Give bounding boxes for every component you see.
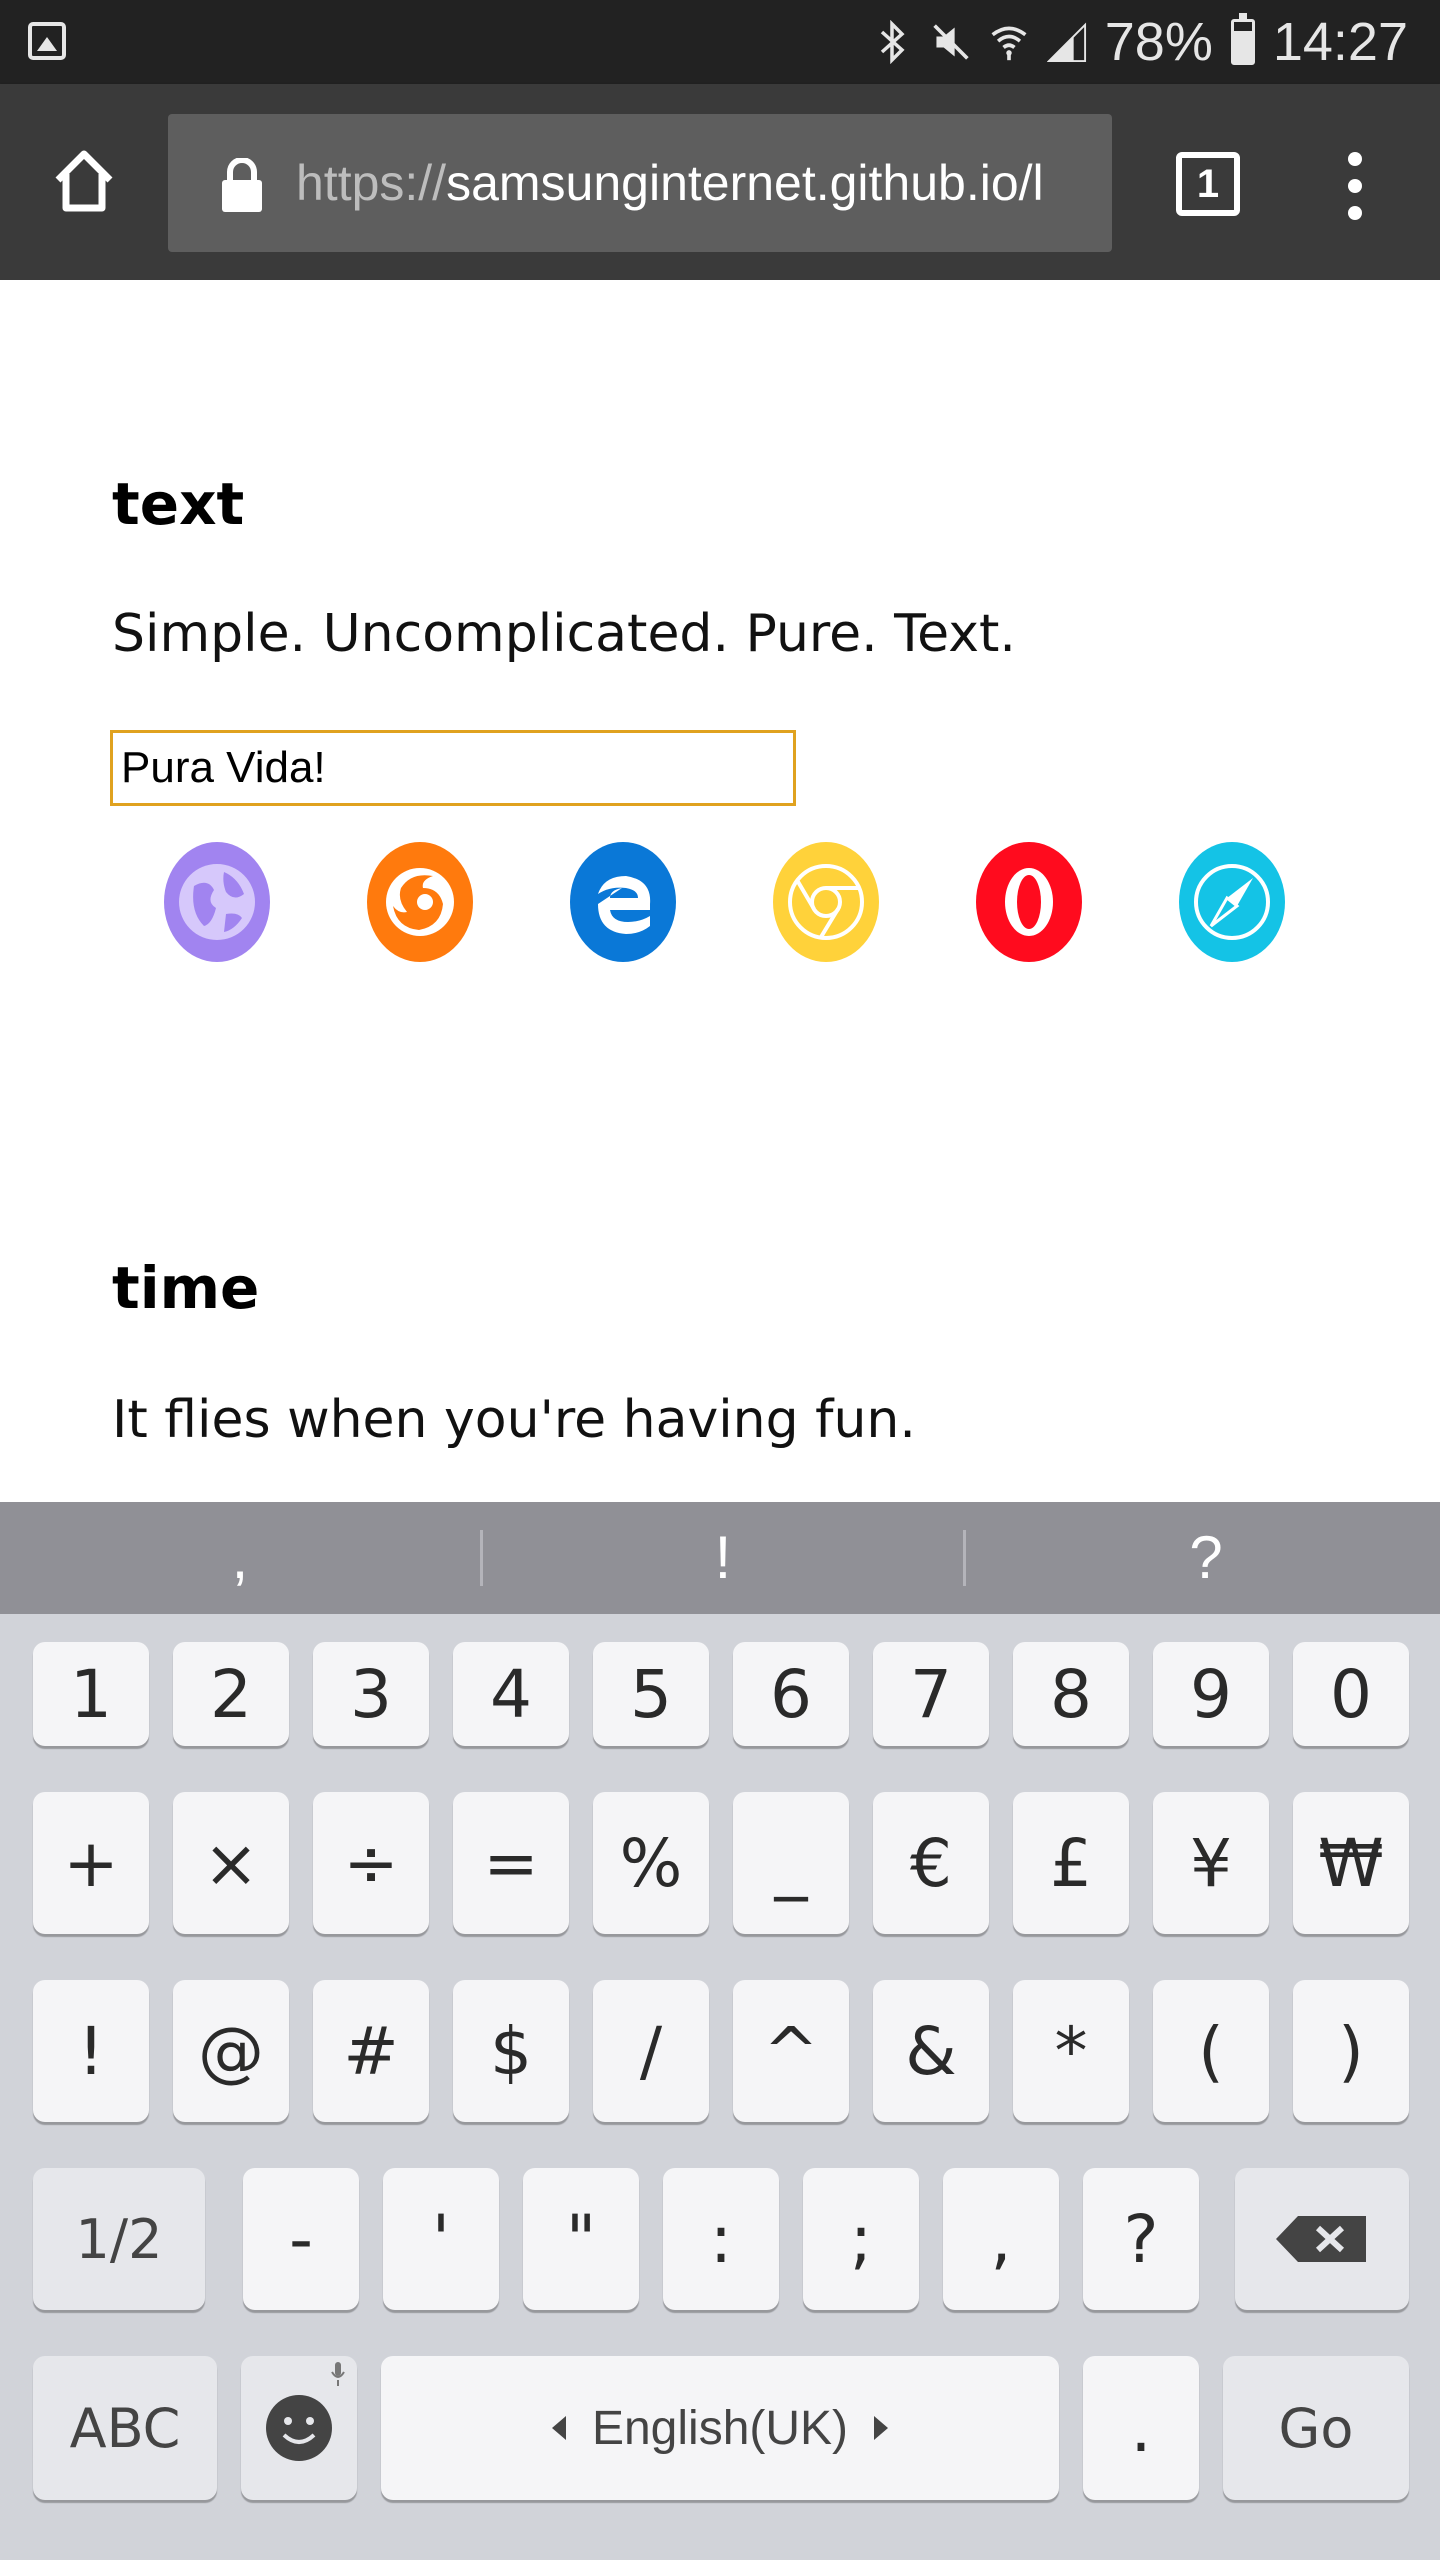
status-icons: 78% 14:27 [873,0,1408,84]
wifi-icon [989,17,1029,67]
gallery-icon [28,22,66,60]
key-1[interactable]: 1 [33,1642,149,1746]
key-2[interactable]: 2 [173,1642,289,1746]
section-heading-time: time [112,1254,260,1322]
home-icon [55,150,113,212]
browser-icons-row [164,842,1285,962]
backspace-icon [1276,2216,1366,2262]
url-text: https://samsunginternet.github.io/l [296,114,1096,252]
key-9[interactable]: 9 [1153,1642,1269,1746]
key-comma[interactable]: , [943,2168,1059,2310]
section-heading-text: text [112,470,245,538]
key-ampersand[interactable]: & [873,1980,989,2122]
key-caret[interactable]: ^ [733,1980,849,2122]
url-scheme: https:// [296,155,447,211]
battery-icon [1230,13,1255,65]
page-toggle-key[interactable]: 1/2 [33,2168,205,2310]
home-button[interactable] [44,142,124,222]
language-next-icon [874,2416,889,2440]
backspace-key[interactable] [1235,2168,1409,2310]
section-description-time: It flies when you're having fun. [112,1390,916,1450]
emoji-icon [266,2395,332,2461]
suggestion-1[interactable]: , [0,1502,480,1614]
key-pound[interactable]: £ [1013,1792,1129,1934]
url-host: samsunginternet.github.io/l [446,155,1044,211]
language-label: English(UK) [591,2401,849,2455]
mute-icon [931,17,971,67]
key-0[interactable]: 0 [1293,1642,1409,1746]
safari-icon [1179,842,1285,962]
suggestion-2[interactable]: ! [483,1502,963,1614]
page-content: text Simple. Uncomplicated. Pure. Text. … [0,280,1440,1502]
key-equals[interactable]: = [453,1792,569,1934]
key-colon[interactable]: : [663,2168,779,2310]
key-hash[interactable]: # [313,1980,429,2122]
suggestion-3[interactable]: ? [966,1502,1440,1614]
signal-icon [1046,17,1087,67]
edge-icon [570,842,676,962]
key-period[interactable]: . [1083,2356,1199,2500]
more-menu-button[interactable] [1338,152,1378,222]
key-8[interactable]: 8 [1013,1642,1129,1746]
key-3[interactable]: 3 [313,1642,429,1746]
bluetooth-icon [873,17,913,67]
key-yen[interactable]: ¥ [1153,1792,1269,1934]
key-underscore[interactable]: _ [733,1792,849,1934]
key-euro[interactable]: € [873,1792,989,1934]
key-asterisk[interactable]: * [1013,1980,1129,2122]
key-apostrophe[interactable]: ' [383,2168,499,2310]
suggestion-bar: , ! ? [0,1502,1440,1614]
status-bar: 78% 14:27 [0,0,1440,84]
key-multiply[interactable]: × [173,1792,289,1934]
key-4[interactable]: 4 [453,1642,569,1746]
key-won[interactable]: ₩ [1293,1792,1409,1934]
language-prev-icon [551,2416,566,2440]
key-percent[interactable]: % [593,1792,709,1934]
key-right-paren[interactable]: ) [1293,1980,1409,2122]
key-dash[interactable]: - [243,2168,359,2310]
key-7[interactable]: 7 [873,1642,989,1746]
space-key[interactable]: English(UK) [381,2356,1059,2500]
key-divide[interactable]: ÷ [313,1792,429,1934]
keyboard: 1 2 3 4 5 6 7 8 9 0 + × ÷ = % _ € £ ¥ ₩ … [0,1614,1440,2560]
section-description-text: Simple. Uncomplicated. Pure. Text. [112,604,1016,664]
opera-icon [976,842,1082,962]
firefox-icon [367,842,473,962]
battery-percent: 78% [1104,12,1213,72]
key-exclamation[interactable]: ! [33,1980,149,2122]
key-semicolon[interactable]: ; [803,2168,919,2310]
key-left-paren[interactable]: ( [1153,1980,1269,2122]
key-5[interactable]: 5 [593,1642,709,1746]
key-question[interactable]: ? [1083,2168,1199,2310]
key-plus[interactable]: + [33,1792,149,1934]
tabs-button[interactable]: 1 [1176,152,1240,216]
browser-toolbar: https://samsunginternet.github.io/l 1 [0,84,1440,280]
clock: 14:27 [1272,12,1408,72]
key-quote[interactable]: " [523,2168,639,2310]
emoji-key[interactable] [241,2356,357,2500]
samsung-internet-icon [164,842,270,962]
chrome-icon [773,842,879,962]
key-6[interactable]: 6 [733,1642,849,1746]
key-slash[interactable]: / [593,1980,709,2122]
key-at[interactable]: @ [173,1980,289,2122]
go-key[interactable]: Go [1223,2356,1409,2500]
address-bar[interactable]: https://samsunginternet.github.io/l [168,114,1112,252]
abc-key[interactable]: ABC [33,2356,217,2500]
mic-icon [331,2362,345,2386]
key-dollar[interactable]: $ [453,1980,569,2122]
lock-icon [222,158,262,212]
text-input[interactable] [110,730,796,806]
